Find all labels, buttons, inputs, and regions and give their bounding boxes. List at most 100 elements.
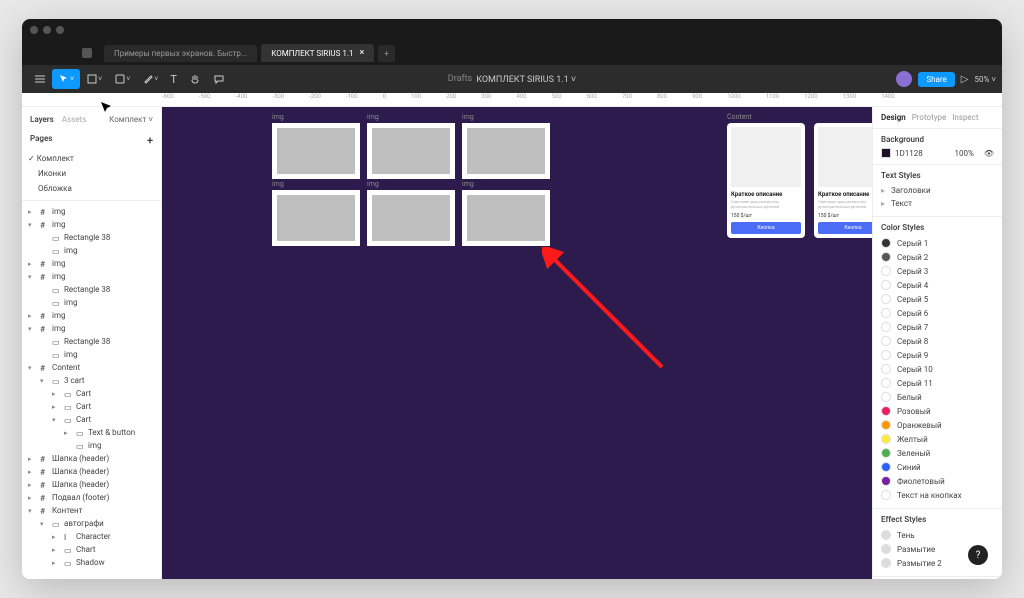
page-item[interactable]: Обложка [22,181,161,196]
pen-tool[interactable]: ˅ [136,69,164,89]
comment-tool[interactable] [207,69,231,89]
card-button[interactable]: Кнопка [731,222,801,234]
layers-tab[interactable]: Layers [30,115,54,124]
layer-item[interactable]: ▭Rectangle 38 [22,335,161,348]
window-controls[interactable] [30,26,64,34]
color-style-item[interactable]: Серый 5 [881,292,994,306]
file-tab-1[interactable]: Примеры первых экранов. Быстр... [104,45,257,62]
img-frame[interactable] [462,123,550,179]
layer-item[interactable]: ▭Rectangle 38 [22,231,161,244]
page-selector[interactable]: Комплект ˅ [109,115,153,124]
menu-icon[interactable] [28,69,52,89]
layer-item[interactable]: ▸▭Shadow [22,556,161,569]
layer-item[interactable]: ▾#img [22,218,161,231]
hand-tool[interactable] [183,69,207,89]
product-card[interactable]: Краткое описание Описание для раскрытия … [814,123,872,238]
layer-item[interactable]: ▾#img [22,270,161,283]
layer-item[interactable]: ▸ICharacter [22,530,161,543]
layer-item[interactable]: ▾▭3 cart [22,374,161,387]
img-frame[interactable] [367,123,455,179]
img-frame[interactable] [462,190,550,246]
color-style-item[interactable]: Серый 4 [881,278,994,292]
frame-tool[interactable]: ˅ [80,69,108,89]
canvas[interactable]: img img img img img img Content Краткое … [162,107,872,579]
color-style-item[interactable]: Серый 9 [881,348,994,362]
layer-item[interactable]: ▭img [22,244,161,257]
close-icon[interactable]: × [359,48,364,58]
color-style-item[interactable]: Серый 1 [881,236,994,250]
user-avatar[interactable] [896,71,912,87]
page-item[interactable]: Комплект [22,151,161,166]
layer-item[interactable]: ▸#img [22,205,161,218]
product-card[interactable]: Краткое описание Описание для раскрытия … [727,123,805,238]
background-hex[interactable]: 1D1128 [895,149,923,158]
assets-tab[interactable]: Assets [62,115,86,124]
layer-item[interactable]: ▭img [22,439,161,452]
layer-item[interactable]: ▭img [22,296,161,309]
frame-label[interactable]: img [272,180,284,188]
layer-item[interactable]: ▸#Шапка (header) [22,452,161,465]
layer-item[interactable]: ▸▭Chart [22,543,161,556]
text-style-item[interactable]: ▸Заголовки [881,184,994,197]
color-style-item[interactable]: Оранжевый [881,418,994,432]
file-title[interactable]: Drafts КОМПЛЕКТ SIRIUS 1.1 ˅ [448,74,576,85]
color-style-item[interactable]: Фиолетовый [881,474,994,488]
color-style-item[interactable]: Желтый [881,432,994,446]
layer-item[interactable]: ▸#img [22,257,161,270]
text-style-item[interactable]: ▸Текст [881,197,994,210]
text-tool[interactable]: T [164,69,183,90]
shape-tool[interactable]: ˅ [108,69,136,89]
add-page-button[interactable]: + [147,134,153,147]
inspect-tab[interactable]: Inspect [952,113,978,122]
color-style-item[interactable]: Синий [881,460,994,474]
effect-style-item[interactable]: Тень [881,528,994,542]
layer-item[interactable]: ▾#Контент [22,504,161,517]
background-opacity[interactable]: 100% [954,149,973,158]
frame-label[interactable]: img [272,113,284,121]
layer-item[interactable]: ▸#Шапка (header) [22,465,161,478]
layer-item[interactable]: ▸▭Cart [22,387,161,400]
layer-item[interactable]: ▸▭Cart [22,400,161,413]
design-tab[interactable]: Design [881,113,906,122]
page-item[interactable]: Иконки [22,166,161,181]
color-style-item[interactable]: Розовый [881,404,994,418]
frame-label[interactable]: img [462,180,474,188]
layer-item[interactable]: ▸#Подвал (footer) [22,491,161,504]
color-style-item[interactable]: Серый 6 [881,306,994,320]
img-frame[interactable] [367,190,455,246]
share-button[interactable]: Share [918,72,954,87]
color-style-item[interactable]: Серый 7 [881,320,994,334]
zoom-level[interactable]: 50% ˅ [974,75,996,84]
color-style-item[interactable]: Серый 10 [881,362,994,376]
prototype-tab[interactable]: Prototype [912,113,946,122]
new-tab-button[interactable]: + [378,45,395,62]
layer-item[interactable]: ▾#img [22,322,161,335]
color-style-item[interactable]: Текст на кнопках [881,488,994,502]
layer-item[interactable]: ▸#img [22,309,161,322]
frame-label[interactable]: img [462,113,474,121]
layer-item[interactable]: ▾#Content [22,361,161,374]
color-style-item[interactable]: Серый 3 [881,264,994,278]
color-style-item[interactable]: Белый [881,390,994,404]
file-tab-2[interactable]: КОМПЛЕКТ SIRIUS 1.1× [261,44,374,62]
layer-item[interactable]: ▭img [22,348,161,361]
img-frame[interactable] [272,123,360,179]
img-frame[interactable] [272,190,360,246]
frame-label[interactable]: img [367,180,379,188]
layer-item[interactable]: ▸▭Text & button [22,426,161,439]
color-style-item[interactable]: Зеленый [881,446,994,460]
layer-item[interactable]: ▭Rectangle 38 [22,283,161,296]
layer-item[interactable]: ▾▭автографи [22,517,161,530]
frame-label[interactable]: Content [727,113,752,121]
card-button[interactable]: Кнопка [818,222,872,234]
layer-item[interactable]: ▸#Шапка (header) [22,478,161,491]
visibility-icon[interactable]: 👁 [984,149,994,158]
color-style-item[interactable]: Серый 2 [881,250,994,264]
move-tool[interactable]: ˅ [52,69,80,89]
layer-item[interactable]: ▾▭Cart [22,413,161,426]
color-style-item[interactable]: Серый 8 [881,334,994,348]
background-swatch[interactable] [881,148,891,158]
color-style-item[interactable]: Серый 11 [881,376,994,390]
frame-label[interactable]: img [367,113,379,121]
help-button[interactable]: ? [968,545,988,565]
